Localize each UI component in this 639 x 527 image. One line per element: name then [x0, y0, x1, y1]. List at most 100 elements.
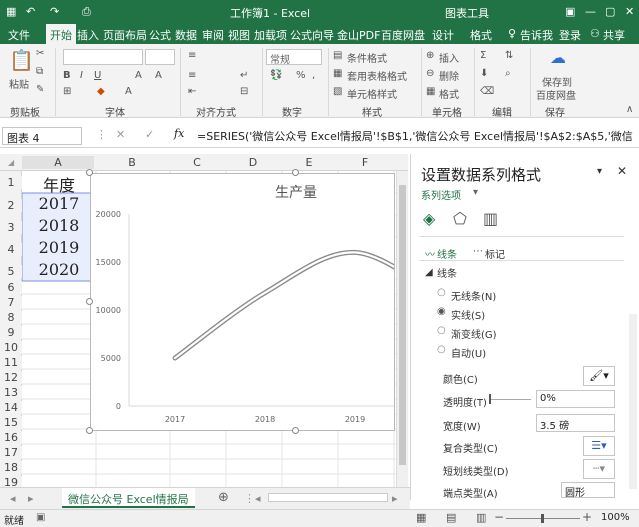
column-header-e[interactable]: E [282, 156, 336, 169]
tab-formula-wizard[interactable]: 公式向导 [290, 27, 334, 43]
find-icon[interactable]: ⌕ [505, 68, 511, 79]
paste-button[interactable]: 粘贴 [9, 76, 29, 91]
cap-type-select[interactable]: 圆形 [561, 482, 615, 499]
dash-type-picker[interactable]: ┄▾ [583, 459, 615, 479]
resize-handle[interactable] [86, 169, 93, 176]
row-header[interactable]: 15 [0, 416, 22, 429]
merge-icon[interactable]: ⊟ [240, 86, 248, 97]
hscroll-right-icon[interactable]: ▸ [392, 492, 398, 505]
cell-a3[interactable]: 2018 [23, 216, 95, 235]
radio-solid-line-icon[interactable]: ◉ [437, 306, 446, 317]
font-color-icon[interactable]: A [125, 86, 132, 97]
page-break-view-icon[interactable]: ▥ [476, 511, 486, 524]
macro-record-icon[interactable]: ▣ [36, 512, 45, 523]
save-to-cloud-label-2[interactable]: 百度网盘 [536, 87, 576, 102]
bold-icon[interactable]: B [63, 70, 71, 81]
font-name-box[interactable] [63, 49, 143, 65]
expand-section-icon[interactable]: ◢ [425, 267, 433, 278]
tab-line[interactable]: 线条 [437, 246, 457, 261]
underline-icon[interactable]: U [94, 70, 101, 81]
copy-icon[interactable]: ⧉ [36, 66, 43, 77]
hscroll-left-icon[interactable]: ◂ [255, 492, 261, 505]
paste-icon[interactable]: 📋 [9, 48, 34, 72]
resize-handle[interactable] [292, 169, 299, 176]
select-all-icon[interactable]: ◢ [8, 158, 14, 167]
line-chart[interactable]: 生产量 0 5000 10000 15000 20000 2017 2018 2019 [90, 173, 395, 431]
transparency-track[interactable] [491, 399, 531, 400]
tab-file[interactable]: 文件 [8, 27, 30, 43]
tab-jinshan-pdf[interactable]: 金山PDF [337, 27, 380, 43]
series-options-dropdown[interactable]: 系列选项 [421, 187, 461, 202]
pane-options-icon[interactable]: ▾ [597, 166, 602, 177]
sheet-tab[interactable]: 微信公众号 Excel情报局 [62, 488, 195, 508]
radio-auto-icon[interactable]: ○ [437, 344, 446, 355]
radio-gradient-line-icon[interactable]: ○ [437, 325, 446, 336]
row-header[interactable]: 5 [0, 265, 22, 278]
column-header-a[interactable]: A [22, 156, 94, 169]
radio-gradient-line[interactable]: 渐变线(G) [451, 326, 497, 341]
sort-filter-icon[interactable]: ⇅ [505, 50, 513, 61]
add-sheet-icon[interactable]: ⊕ [218, 490, 229, 505]
tell-me-box[interactable]: 告诉我 [520, 27, 553, 43]
row-header[interactable]: 18 [0, 461, 22, 474]
enter-icon[interactable]: ✓ [145, 128, 154, 141]
login-button[interactable]: 登录 [559, 27, 581, 43]
color-picker[interactable]: 🖌▾ [583, 366, 615, 386]
row-header[interactable]: 4 [0, 243, 22, 256]
series-options-icon[interactable]: ▥ [483, 209, 498, 228]
scroll-thumb[interactable] [399, 185, 406, 465]
currency-icon[interactable]: 💱 [270, 70, 282, 81]
redo-icon[interactable]: ↷ [50, 5, 59, 18]
resize-handle[interactable] [292, 427, 299, 434]
fill-color-icon[interactable]: ◆ [97, 86, 105, 97]
compound-type-picker[interactable]: ☰▾ [583, 436, 615, 456]
zoom-in-icon[interactable]: + [582, 510, 592, 524]
clear-icon[interactable]: ⌫ [480, 86, 494, 97]
table-format-button[interactable]: 套用表格格式 [347, 68, 407, 83]
tab-insert[interactable]: 插入 [77, 27, 99, 43]
cell-a1[interactable]: 年度 [23, 172, 95, 196]
column-header-c[interactable]: C [170, 156, 224, 169]
wrap-text-icon[interactable]: ↵ [240, 70, 248, 81]
tab-page-layout[interactable]: 页面布局 [103, 27, 147, 43]
tab-marker[interactable]: 标记 [485, 246, 505, 261]
indent-icon[interactable]: ⇤ [188, 86, 196, 97]
row-header[interactable]: 7 [0, 296, 22, 309]
zoom-level[interactable]: 100% [601, 512, 630, 523]
formula-input[interactable]: =SERIES('微信公众号 Excel情报局'!$B$1,'微信公众号 Exc… [197, 127, 637, 145]
tab-data[interactable]: 数据 [175, 27, 197, 43]
align-top-icon[interactable]: ≡ [188, 50, 196, 61]
row-header[interactable]: 9 [0, 326, 22, 339]
restore-icon[interactable]: ▢ [605, 5, 615, 18]
close-icon[interactable]: ✕ [625, 5, 634, 18]
align-left-icon[interactable]: ≡ [188, 70, 196, 81]
cell-a2[interactable]: 2017 [23, 194, 95, 213]
pane-close-icon[interactable]: ✕ [617, 164, 627, 178]
chevron-down-icon[interactable]: ▾ [473, 187, 478, 198]
name-box[interactable]: 图表 4 [2, 127, 82, 145]
row-header[interactable]: 8 [0, 311, 22, 324]
fill-icon[interactable]: ⬇ [480, 68, 488, 79]
effects-icon[interactable]: ⬠ [453, 209, 467, 228]
line-section-title[interactable]: 线条 [437, 265, 457, 280]
radio-solid-line[interactable]: 实线(S) [451, 307, 485, 322]
radio-no-line-icon[interactable]: ○ [437, 287, 446, 298]
tab-home[interactable]: 开始 [46, 24, 76, 44]
font-shrink-icon[interactable]: A [155, 70, 162, 81]
autosum-icon[interactable]: Σ [480, 50, 486, 61]
vertical-scrollbar[interactable] [396, 171, 408, 487]
cell-styles-button[interactable]: 单元格样式 [347, 86, 397, 101]
tab-baidu-netdisk[interactable]: 百度网盘 [381, 27, 425, 43]
insert-function-icon[interactable]: fx [174, 127, 184, 140]
comma-icon[interactable]: , [312, 70, 315, 81]
radio-no-line[interactable]: 无线条(N) [451, 288, 496, 303]
italic-icon[interactable]: I [80, 70, 83, 81]
share-button[interactable]: 共享 [603, 27, 625, 43]
horizontal-scrollbar[interactable] [268, 493, 388, 502]
conditional-format-button[interactable]: 条件格式 [347, 50, 387, 65]
pane-scrollbar[interactable] [629, 314, 637, 489]
undo-icon[interactable]: ↶ [26, 5, 35, 18]
row-header[interactable]: 17 [0, 446, 22, 459]
width-input[interactable]: 3.5 磅 [536, 414, 615, 432]
row-header[interactable]: 3 [0, 221, 22, 234]
